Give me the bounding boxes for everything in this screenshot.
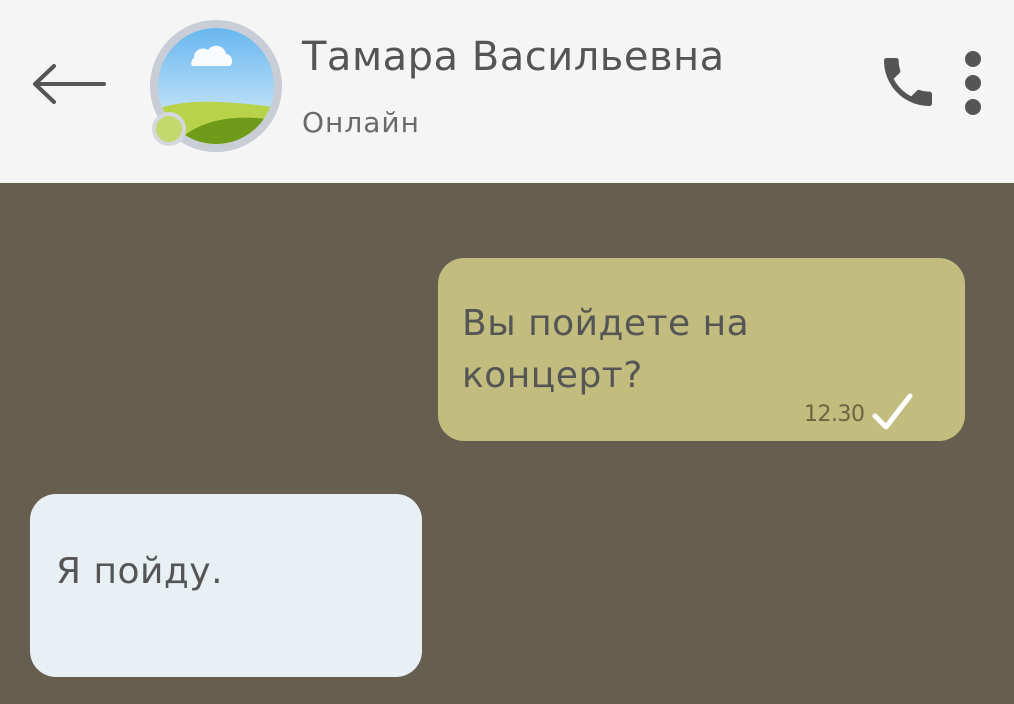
outgoing-message-bubble[interactable]: Вы пойдете на концерт? 12.30 bbox=[438, 258, 965, 441]
phone-icon bbox=[884, 58, 932, 106]
message-time: 12.30 bbox=[804, 402, 865, 427]
online-status-dot bbox=[152, 112, 186, 146]
contact-name[interactable]: Тамара Васильевна bbox=[302, 34, 725, 80]
chat-header: Тамара Васильевна Онлайн bbox=[0, 0, 1014, 183]
check-icon bbox=[872, 393, 913, 430]
message-text: Вы пойдете на концерт? bbox=[462, 303, 750, 396]
message-text: Я пойду. bbox=[56, 551, 224, 592]
back-button[interactable] bbox=[24, 52, 114, 116]
more-vertical-icon bbox=[965, 51, 981, 115]
more-options-button[interactable] bbox=[955, 50, 991, 116]
contact-status: Онлайн bbox=[302, 106, 420, 139]
incoming-message-bubble[interactable]: Я пойду. bbox=[30, 494, 422, 677]
call-button[interactable] bbox=[874, 50, 942, 114]
contact-avatar[interactable] bbox=[150, 20, 282, 152]
arrow-left-icon bbox=[33, 64, 106, 104]
